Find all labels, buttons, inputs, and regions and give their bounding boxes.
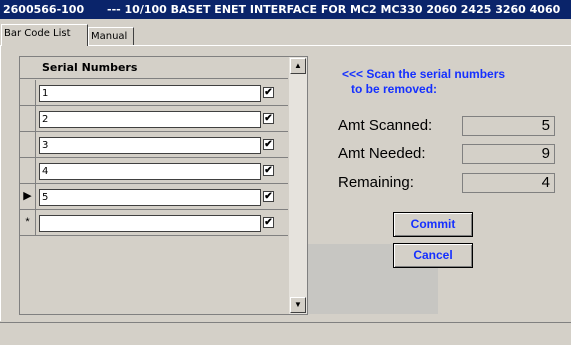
serial-numbers-grid: Serial Numbers 1 ✔ 2 ✔ 3 ✔ 4 ✔ ▶ 5 ✔ * ✔… bbox=[19, 56, 308, 315]
serial-field[interactable]: 2 bbox=[39, 111, 261, 128]
grid-row[interactable]: 1 ✔ bbox=[20, 80, 290, 106]
row-selector[interactable] bbox=[20, 158, 36, 183]
cancel-button[interactable]: Cancel bbox=[393, 243, 473, 268]
row-checkbox[interactable]: ✔ bbox=[263, 113, 274, 124]
amt-needed-value: 9 bbox=[462, 144, 555, 164]
amt-scanned-label: Amt Scanned: bbox=[338, 117, 433, 134]
scroll-down-icon[interactable]: ▼ bbox=[290, 297, 306, 313]
window-title: --- 10/100 BASET ENET INTERFACE FOR MC2 … bbox=[107, 3, 561, 16]
tab-bar-code-list[interactable]: Bar Code List bbox=[1, 24, 88, 46]
row-checkbox[interactable]: ✔ bbox=[263, 87, 274, 98]
grid-row-current[interactable]: ▶ 5 ✔ bbox=[20, 184, 290, 210]
serial-field[interactable]: 1 bbox=[39, 85, 261, 102]
new-row-asterisk-icon[interactable]: * bbox=[20, 210, 36, 235]
serial-field[interactable]: 5 bbox=[39, 189, 261, 206]
amt-needed-label: Amt Needed: bbox=[338, 145, 426, 162]
row-checkbox[interactable]: ✔ bbox=[263, 165, 274, 176]
row-selector[interactable] bbox=[20, 106, 36, 131]
tab-strip: Bar Code List Manual bbox=[0, 22, 571, 46]
instruction-line-1: <<< Scan the serial numbers bbox=[342, 67, 506, 81]
instruction-line-2: to be removed: bbox=[351, 82, 438, 96]
row-pointer-icon[interactable]: ▶ bbox=[20, 184, 36, 209]
remaining-value: 4 bbox=[462, 173, 555, 193]
serial-field[interactable]: 3 bbox=[39, 137, 261, 154]
row-checkbox[interactable]: ✔ bbox=[263, 191, 274, 202]
commit-button[interactable]: Commit bbox=[393, 212, 473, 237]
vertical-scrollbar[interactable]: ▲ ▼ bbox=[288, 57, 307, 314]
grid-row[interactable]: 4 ✔ bbox=[20, 158, 290, 184]
amt-scanned-value: 5 bbox=[462, 116, 555, 136]
scroll-up-icon[interactable]: ▲ bbox=[290, 58, 306, 74]
row-checkbox[interactable]: ✔ bbox=[263, 217, 274, 228]
remaining-label: Remaining: bbox=[338, 174, 414, 191]
scan-instruction: <<< Scan the serial numbers to be remove… bbox=[342, 67, 542, 97]
part-number: 2600566-100 bbox=[3, 3, 85, 16]
grid-row-new[interactable]: * ✔ bbox=[20, 210, 290, 236]
serial-field[interactable]: 4 bbox=[39, 163, 261, 180]
tab-manual[interactable]: Manual bbox=[88, 27, 134, 46]
serial-field[interactable] bbox=[39, 215, 261, 232]
grid-row[interactable]: 3 ✔ bbox=[20, 132, 290, 158]
title-bar: 2600566-100 --- 10/100 BASET ENET INTERF… bbox=[0, 0, 571, 19]
serial-numbers-header: Serial Numbers bbox=[20, 57, 289, 79]
grid-row[interactable]: 2 ✔ bbox=[20, 106, 290, 132]
row-checkbox[interactable]: ✔ bbox=[263, 139, 274, 150]
row-selector[interactable] bbox=[20, 132, 36, 157]
status-bar bbox=[0, 322, 571, 345]
row-selector[interactable] bbox=[20, 80, 36, 105]
